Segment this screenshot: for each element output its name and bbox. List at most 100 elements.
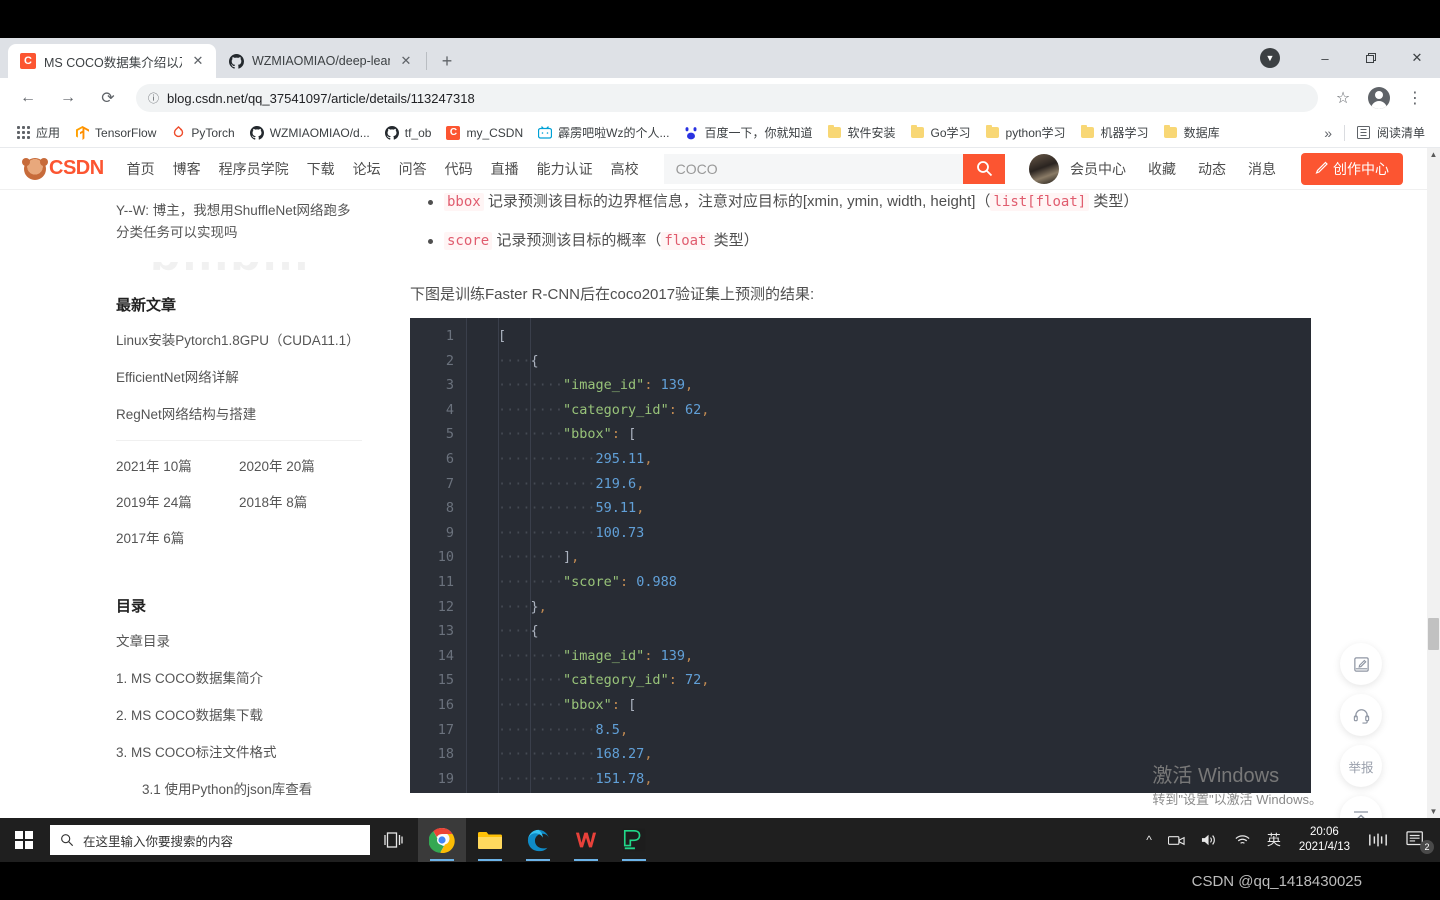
wps-icon[interactable] bbox=[562, 818, 610, 862]
bookmark-baidu[interactable]: 百度一下，你就知道 bbox=[676, 122, 819, 144]
ime-indicator[interactable]: 英 bbox=[1259, 818, 1289, 862]
code-line-number: 19 bbox=[437, 770, 454, 787]
toc-item-3[interactable]: 3. MS COCO标注文件格式 bbox=[116, 741, 362, 761]
bookmark-bilibili[interactable]: 霹雳吧啦Wz的个人... bbox=[530, 122, 676, 144]
notification-center-button[interactable]: 2 bbox=[1396, 818, 1436, 862]
forward-button[interactable]: → bbox=[53, 83, 83, 113]
edge-icon[interactable] bbox=[514, 818, 562, 862]
bookmark-folder-python[interactable]: python学习 bbox=[978, 122, 1073, 144]
maximize-button[interactable] bbox=[1348, 38, 1394, 78]
tab-0-close-icon[interactable]: ✕ bbox=[190, 53, 206, 69]
csdn-activity[interactable]: 动态 bbox=[1187, 159, 1237, 179]
address-bar[interactable]: ⓘ blog.csdn.net/qq_37541097/article/deta… bbox=[136, 84, 1318, 112]
user-avatar[interactable] bbox=[1029, 153, 1059, 184]
archive-item[interactable]: 2018年 8篇 bbox=[239, 491, 362, 511]
toc-item-4[interactable]: 3.1 使用Python的json库查看 bbox=[116, 778, 362, 798]
wifi-icon[interactable] bbox=[1226, 818, 1259, 862]
bookmark-folder-software[interactable]: 软件安装 bbox=[819, 122, 902, 144]
task-view-icon[interactable] bbox=[370, 818, 418, 862]
code-line-number: 4 bbox=[445, 401, 454, 418]
toc-item-0[interactable]: 文章目录 bbox=[116, 630, 362, 650]
csdn-nav-campus[interactable]: 高校 bbox=[602, 159, 648, 179]
report-text-button[interactable]: 举报 bbox=[1340, 745, 1382, 787]
scrollbar-thumb[interactable] bbox=[1428, 618, 1439, 650]
reading-list-button[interactable]: 阅读清单 bbox=[1349, 122, 1432, 144]
latest-article-2[interactable]: RegNet网络结构与搭建 bbox=[116, 403, 362, 423]
csdn-logo[interactable]: CSDN bbox=[22, 157, 104, 180]
csdn-member-center[interactable]: 会员中心 bbox=[1059, 159, 1137, 179]
toc-item-1[interactable]: 1. MS COCO数据集简介 bbox=[116, 667, 362, 687]
csdn-nav-blog[interactable]: 博客 bbox=[164, 159, 210, 179]
csdn-nav-cert[interactable]: 能力认证 bbox=[528, 159, 602, 179]
archive-item[interactable]: 2019年 24篇 bbox=[116, 491, 239, 511]
camera-icon[interactable] bbox=[1160, 818, 1193, 862]
github-icon bbox=[384, 125, 400, 141]
back-to-top-icon[interactable] bbox=[1340, 796, 1382, 818]
minimize-button[interactable]: – bbox=[1302, 38, 1348, 78]
archive-item[interactable]: 2017年 6篇 bbox=[116, 527, 239, 547]
file-explorer-icon[interactable] bbox=[466, 818, 514, 862]
code-block[interactable]: 12345678910111213141516171819 [····{····… bbox=[410, 318, 1311, 793]
close-button[interactable]: ✕ bbox=[1394, 38, 1440, 78]
scroll-up-icon[interactable]: ▲ bbox=[1427, 148, 1440, 161]
archive-item[interactable]: 2021年 10篇 bbox=[116, 455, 239, 475]
csdn-messages[interactable]: 消息 bbox=[1237, 159, 1287, 179]
tab-1-close-icon[interactable]: ✕ bbox=[398, 53, 414, 69]
csdn-nav-home[interactable]: 首页 bbox=[118, 159, 164, 179]
site-info-icon[interactable]: ⓘ bbox=[148, 90, 159, 106]
tray-overflow-icon[interactable]: ^ bbox=[1138, 818, 1160, 862]
csdn-nav-live[interactable]: 直播 bbox=[482, 159, 528, 179]
csdn-favorites[interactable]: 收藏 bbox=[1137, 159, 1187, 179]
bookmark-apps[interactable]: 应用 bbox=[8, 122, 67, 144]
headset-icon[interactable] bbox=[1340, 694, 1382, 736]
search-button[interactable] bbox=[963, 153, 1005, 184]
chrome-menu-icon[interactable]: ⋮ bbox=[1400, 83, 1430, 113]
code-line: ············8.5, bbox=[498, 721, 629, 738]
page-scrollbar[interactable]: ▲ ▼ bbox=[1427, 148, 1440, 818]
reload-button[interactable]: ⟳ bbox=[93, 83, 123, 113]
code-line: ········"score": 0.988 bbox=[498, 573, 677, 590]
download-indicator-icon[interactable]: ▼ bbox=[1260, 48, 1280, 68]
network-monitor-icon[interactable] bbox=[1360, 818, 1396, 862]
csdn-nav-forum[interactable]: 论坛 bbox=[344, 159, 390, 179]
search-input[interactable] bbox=[663, 153, 963, 184]
bookmark-folder-db[interactable]: 数据库 bbox=[1156, 122, 1227, 144]
latest-article-0[interactable]: Linux安装Pytorch1.8GPU（CUDA11.1） bbox=[116, 329, 362, 349]
bookmark-star-icon[interactable]: ☆ bbox=[1328, 83, 1358, 113]
taskbar-search[interactable]: 在这里输入你要搜索的内容 bbox=[50, 825, 370, 855]
csdn-nav-code[interactable]: 代码 bbox=[436, 159, 482, 179]
taskbar-clock[interactable]: 20:06 2021/4/13 bbox=[1289, 818, 1360, 862]
csdn-nav-academy[interactable]: 程序员学院 bbox=[210, 159, 298, 179]
scroll-down-icon[interactable]: ▼ bbox=[1427, 805, 1440, 818]
volume-icon[interactable] bbox=[1193, 818, 1226, 862]
create-center-button[interactable]: 创作中心 bbox=[1301, 152, 1403, 185]
bookmark-tf-ob[interactable]: tf_ob bbox=[377, 122, 439, 144]
csdn-nav-qa[interactable]: 问答 bbox=[390, 159, 436, 179]
latest-article-1[interactable]: EfficientNet网络详解 bbox=[116, 366, 362, 386]
page-viewport: bilibili CSDN 首页 博客 程序员学院 下载 论坛 问答 代码 直播… bbox=[0, 148, 1440, 818]
navigation-bar: ← → ⟳ ⓘ blog.csdn.net/qq_37541097/articl… bbox=[0, 78, 1440, 118]
bookmark-pytorch[interactable]: PyTorch bbox=[163, 122, 241, 144]
bookmark-wzmiaomiao[interactable]: WZMIAOMIAO/d... bbox=[242, 122, 377, 144]
bookmark-tensorflow[interactable]: TensorFlow bbox=[67, 122, 163, 144]
start-button[interactable] bbox=[0, 818, 48, 862]
bookmark-folder-go[interactable]: Go学习 bbox=[903, 122, 978, 144]
article-bullet-list: bbox 记录预测该目标的边界框信息，注意对应目标的[xmin, ymin, w… bbox=[410, 190, 1315, 253]
bookmarks-overflow-button[interactable]: » bbox=[1316, 125, 1340, 141]
windows-taskbar: 在这里输入你要搜索的内容 ^ 英 20:06 2021/4/13 2 bbox=[0, 818, 1440, 862]
bookmark-folder-ml[interactable]: 机器学习 bbox=[1073, 122, 1156, 144]
tab-1[interactable]: WZMIAOMIAO/deep-learning ✕ bbox=[216, 44, 424, 78]
back-button[interactable]: ← bbox=[13, 83, 43, 113]
code-line: ········"category_id": 72, bbox=[498, 672, 710, 689]
new-tab-button[interactable]: + bbox=[433, 47, 461, 75]
tab-0[interactable]: C MS COCO数据集介绍以及pycoc ✕ bbox=[8, 44, 216, 78]
pycharm-icon[interactable] bbox=[610, 818, 658, 862]
archive-item[interactable]: 2020年 20篇 bbox=[239, 455, 362, 475]
code-line-number: 2 bbox=[445, 352, 454, 369]
bookmark-my-csdn[interactable]: C my_CSDN bbox=[438, 122, 530, 144]
csdn-nav-download[interactable]: 下载 bbox=[298, 159, 344, 179]
note-icon[interactable] bbox=[1340, 643, 1382, 685]
chrome-icon[interactable] bbox=[418, 818, 466, 862]
profile-avatar-icon[interactable] bbox=[1364, 83, 1394, 113]
toc-item-2[interactable]: 2. MS COCO数据集下载 bbox=[116, 704, 362, 724]
